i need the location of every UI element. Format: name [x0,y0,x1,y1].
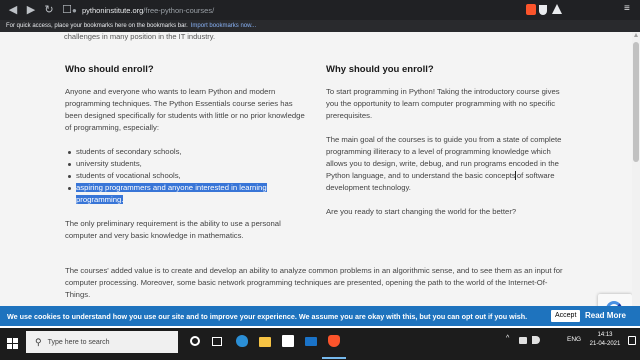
scroll-thumb[interactable] [633,42,639,162]
extension-icon[interactable] [539,5,547,15]
cut-off-text: challenges in many position in the IT in… [64,32,216,41]
who-heading: Who should enroll? [65,64,154,75]
page-scrollbar[interactable] [632,32,640,326]
url-path: /free-python-courses/ [143,5,215,15]
brave-shields-icon[interactable] [526,4,536,15]
scroll-up-icon[interactable] [634,33,638,37]
import-bookmarks-link[interactable]: Import bookmarks now... [191,23,256,29]
url-host: pythoninstitute.org [82,5,144,15]
who-should-enroll-section: Who should enroll? Anyone and everyone w… [65,64,310,254]
edge-icon[interactable] [236,335,248,347]
list-item: students of vocational schools, [65,170,310,182]
why-enroll-section: Why should you enroll? To start programm… [326,64,566,230]
brave-browser-icon[interactable] [328,335,340,347]
requirement-text: The only preliminary requirement is the … [65,219,281,240]
reload-icon[interactable]: ↻ [42,3,56,17]
page-content: challenges in many position in the IT in… [0,32,640,326]
audience-list: students of secondary schools, universit… [65,146,310,206]
menu-icon[interactable]: ≡ [624,3,630,14]
screen: ◀ ▶ ↻ ☐ ● pythoninstitute.org /free-pyth… [0,0,640,360]
back-icon[interactable]: ◀ [6,3,20,17]
selected-text: aspiring programmers and anyone interest… [76,183,267,204]
active-app-indicator [322,357,346,359]
list-item: students of secondary schools, [65,146,310,158]
forward-icon[interactable]: ▶ [24,3,38,17]
browser-toolbar: ◀ ▶ ↻ ☐ ● pythoninstitute.org /free-pyth… [0,0,640,20]
file-explorer-icon[interactable] [259,337,271,347]
who-intro: Anyone and everyone who wants to learn P… [65,87,305,132]
search-placeholder: Type here to search [47,338,110,346]
address-bar[interactable]: ● pythoninstitute.org /free-python-cours… [72,3,502,17]
list-item: university students, [65,158,310,170]
clock-time: 14:13 [597,332,613,338]
brave-rewards-icon[interactable] [552,4,562,14]
volume-icon[interactable] [532,336,540,344]
why-heading: Why should you enroll? [326,64,434,75]
taskbar-search[interactable]: ⚲ Type here to search [26,331,178,353]
search-icon: ⚲ [35,336,42,347]
added-value-paragraph: The courses' added value is to create an… [65,266,563,299]
why-paragraph-2: The main goal of the courses is to guide… [326,134,566,194]
clock[interactable]: 14:13 21-04-2021 [587,331,623,349]
bookmarks-hint: For quick access, place your bookmarks h… [6,23,188,29]
store-icon[interactable] [282,335,294,347]
cookie-banner: We use cookies to understand how you use… [0,306,640,326]
read-more-link[interactable]: Read More [585,310,626,322]
lock-icon: ● [72,5,77,15]
windows-taskbar: ⚲ Type here to search ^ ENG 14:13 21-04-… [0,328,640,360]
windows-start-icon[interactable] [7,338,18,349]
tray-chevron-icon[interactable]: ^ [506,335,509,342]
bookmarks-bar: For quick access, place your bookmarks h… [0,20,640,32]
clock-date: 21-04-2021 [589,341,621,347]
network-icon[interactable] [519,337,527,344]
task-view-icon[interactable] [212,337,222,346]
why-paragraph-3: Are you ready to start changing the worl… [326,207,517,216]
cortana-icon[interactable] [190,336,200,346]
why-paragraph-1: To start programming in Python! Taking t… [326,87,560,120]
accept-button[interactable]: Accept [551,310,581,322]
language-indicator[interactable]: ENG [567,336,581,343]
notifications-icon[interactable] [628,336,636,345]
mail-icon[interactable] [305,337,317,346]
cookie-message: We use cookies to understand how you use… [7,311,528,321]
list-item-highlighted: aspiring programmers and anyone interest… [65,182,310,206]
